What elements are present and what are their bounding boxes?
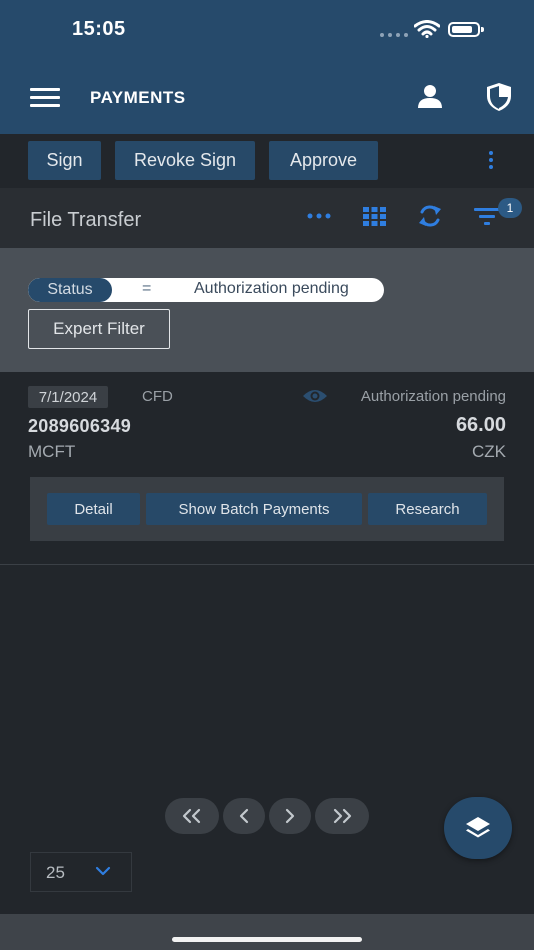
chevron-right-icon xyxy=(285,808,295,824)
next-page-button[interactable] xyxy=(269,798,311,834)
menu-icon[interactable] xyxy=(30,88,60,108)
bottom-bar xyxy=(0,914,534,950)
chevron-down-icon[interactable] xyxy=(95,866,111,876)
payment-status: Authorization pending xyxy=(360,388,506,405)
page-title: PAYMENTS xyxy=(90,88,186,107)
payment-type: MCFT xyxy=(28,442,76,461)
page-size-value: 25 xyxy=(46,863,65,882)
expert-filter-button[interactable]: Expert Filter xyxy=(28,309,170,349)
filter-count-badge: 1 xyxy=(498,198,522,218)
previous-page-button[interactable] xyxy=(223,798,265,834)
layers-icon xyxy=(466,817,490,838)
payment-date: 7/1/2024 xyxy=(28,386,108,408)
sign-button[interactable]: Sign xyxy=(28,141,101,180)
app-header xyxy=(0,60,534,134)
revoke-sign-button[interactable]: Revoke Sign xyxy=(115,141,255,180)
payment-id: 2089606349 xyxy=(28,416,132,436)
chevron-left-icon xyxy=(239,808,249,824)
show-batch-payments-button[interactable]: Show Batch Payments xyxy=(146,493,362,525)
research-button[interactable]: Research xyxy=(368,493,487,525)
user-icon[interactable] xyxy=(416,84,444,110)
approve-button[interactable]: Approve xyxy=(269,141,378,180)
payment-amount: 66.00 xyxy=(455,414,506,436)
cellular-signal-icon xyxy=(380,33,408,37)
status-time: 15:05 xyxy=(72,18,126,40)
double-chevron-right-icon xyxy=(333,808,352,824)
first-page-button[interactable] xyxy=(165,798,219,834)
filter-value: Authorization pending xyxy=(194,280,349,297)
wifi-icon xyxy=(414,20,440,38)
list-divider xyxy=(0,564,534,565)
filter-key: Status xyxy=(28,278,112,302)
detail-button[interactable]: Detail xyxy=(47,493,140,525)
payment-type-code: CFD xyxy=(142,388,173,405)
home-indicator[interactable] xyxy=(172,937,362,942)
more-vertical-icon[interactable] xyxy=(488,151,494,169)
layers-fab-button[interactable] xyxy=(444,797,512,859)
shield-icon[interactable] xyxy=(485,82,513,112)
status-filter-chip[interactable]: Status = Authorization pending xyxy=(28,278,384,302)
double-chevron-left-icon xyxy=(182,808,201,824)
eye-icon xyxy=(303,390,327,402)
last-page-button[interactable] xyxy=(315,798,369,834)
grid-icon[interactable] xyxy=(363,207,386,226)
refresh-icon[interactable] xyxy=(417,203,443,229)
battery-icon xyxy=(448,22,484,37)
filter-icon[interactable] xyxy=(474,207,500,225)
more-horizontal-icon[interactable] xyxy=(307,213,331,219)
section-title: File Transfer xyxy=(30,209,142,231)
filter-operator: = xyxy=(142,280,152,297)
payment-currency: CZK xyxy=(472,442,506,461)
